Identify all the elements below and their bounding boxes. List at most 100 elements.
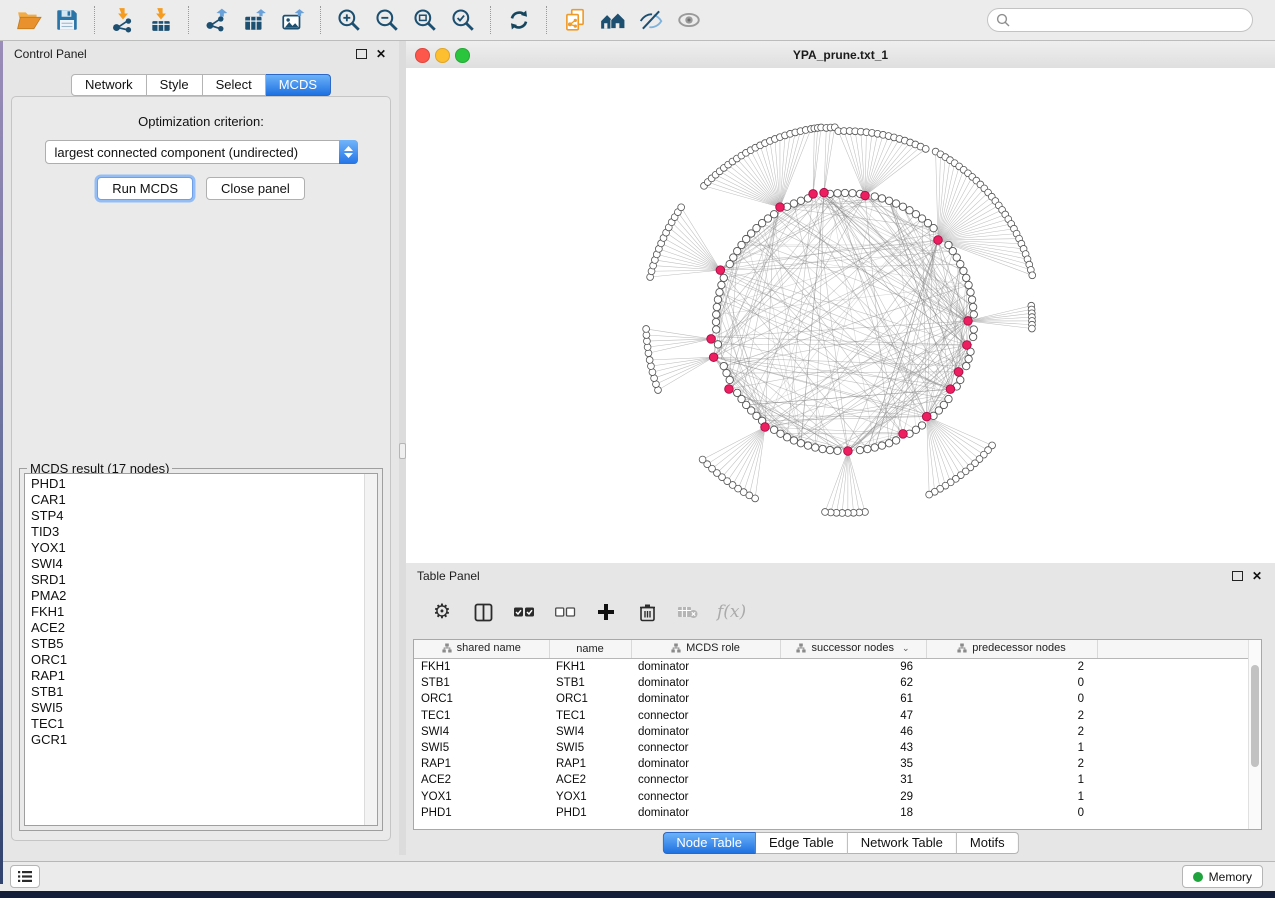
cell-successor_nodes[interactable]: 35	[780, 756, 926, 772]
cell-shared_name[interactable]: ACE2	[414, 772, 549, 788]
cell-successor_nodes[interactable]: 31	[780, 772, 926, 788]
table-row[interactable]: SWI4SWI4dominator462	[414, 724, 1261, 740]
tab-edge-table[interactable]: Edge Table	[756, 832, 848, 854]
cell-successor_nodes[interactable]: 96	[780, 659, 926, 676]
mcds-result-item[interactable]: RAP1	[31, 668, 377, 684]
cell-name[interactable]: YOX1	[549, 789, 631, 805]
cell-name[interactable]: RAP1	[549, 756, 631, 772]
duplicate-network-icon[interactable]	[558, 4, 592, 36]
cell-predecessor_nodes[interactable]: 0	[926, 691, 1097, 707]
cell-mcds_role[interactable]: connector	[631, 740, 780, 756]
import-table-icon[interactable]	[144, 4, 178, 36]
table-row[interactable]: SWI5SWI5connector431	[414, 740, 1261, 756]
export-table-icon[interactable]	[238, 4, 272, 36]
delete-table-icon[interactable]	[676, 600, 700, 624]
window-close-icon[interactable]	[415, 48, 430, 63]
export-network-icon[interactable]	[200, 4, 234, 36]
cell-shared_name[interactable]: SWI4	[414, 724, 549, 740]
refresh-icon[interactable]	[502, 4, 536, 36]
cell-name[interactable]: TEC1	[549, 708, 631, 724]
cell-shared_name[interactable]: PHD1	[414, 805, 549, 821]
cell-shared_name[interactable]: SWI5	[414, 740, 549, 756]
mcds-result-item[interactable]: TID3	[31, 524, 377, 540]
mcds-result-item[interactable]: GCR1	[31, 732, 377, 748]
tab-style[interactable]: Style	[147, 74, 203, 96]
cell-predecessor_nodes[interactable]: 1	[926, 740, 1097, 756]
close-panel-icon[interactable]: ✕	[1252, 570, 1262, 582]
cell-mcds_role[interactable]: connector	[631, 789, 780, 805]
float-panel-icon[interactable]	[356, 49, 367, 59]
hide-selected-icon[interactable]	[634, 4, 668, 36]
cell-successor_nodes[interactable]: 46	[780, 724, 926, 740]
houses-icon[interactable]	[596, 4, 630, 36]
deselect-all-icon[interactable]	[553, 600, 577, 624]
tab-motifs[interactable]: Motifs	[957, 832, 1019, 854]
cell-predecessor_nodes[interactable]: 1	[926, 789, 1097, 805]
cell-mcds_role[interactable]: dominator	[631, 756, 780, 772]
optimization-criterion-select[interactable]: largest connected component (undirected)	[45, 140, 358, 164]
mcds-result-item[interactable]: CAR1	[31, 492, 377, 508]
mcds-result-item[interactable]: ACE2	[31, 620, 377, 636]
cell-mcds_role[interactable]: dominator	[631, 805, 780, 821]
close-panel-button[interactable]: Close panel	[206, 177, 305, 200]
search-box[interactable]	[987, 8, 1253, 32]
show-all-icon[interactable]	[672, 4, 706, 36]
mcds-result-item[interactable]: STP4	[31, 508, 377, 524]
column-header-predecessor-nodes[interactable]: predecessor nodes	[926, 640, 1097, 659]
mcds-result-item[interactable]: FKH1	[31, 604, 377, 620]
search-input[interactable]	[1015, 12, 1244, 28]
cell-predecessor_nodes[interactable]: 2	[926, 708, 1097, 724]
cell-shared_name[interactable]: FKH1	[414, 659, 549, 676]
cell-successor_nodes[interactable]: 61	[780, 691, 926, 707]
table-scrollbar[interactable]	[1248, 640, 1261, 829]
mcds-result-item[interactable]: ORC1	[31, 652, 377, 668]
cell-successor_nodes[interactable]: 29	[780, 789, 926, 805]
cell-name[interactable]: STB1	[549, 675, 631, 691]
network-canvas[interactable]	[406, 68, 1275, 563]
cell-name[interactable]: SWI4	[549, 724, 631, 740]
columns-icon[interactable]	[471, 600, 495, 624]
cell-predecessor_nodes[interactable]: 2	[926, 659, 1097, 676]
cell-name[interactable]: PHD1	[549, 805, 631, 821]
scrollbar-thumb[interactable]	[1251, 665, 1259, 767]
delete-column-icon[interactable]	[635, 600, 659, 624]
cell-name[interactable]: ORC1	[549, 691, 631, 707]
table-row[interactable]: YOX1YOX1connector291	[414, 789, 1261, 805]
panel-splitter[interactable]	[399, 41, 406, 855]
zoom-fit-icon[interactable]	[408, 4, 442, 36]
mcds-result-item[interactable]: PHD1	[31, 476, 377, 492]
close-panel-icon[interactable]: ✕	[376, 48, 386, 60]
mcds-result-item[interactable]: TEC1	[31, 716, 377, 732]
run-mcds-button[interactable]: Run MCDS	[97, 177, 193, 200]
cell-predecessor_nodes[interactable]: 0	[926, 805, 1097, 821]
task-history-icon[interactable]	[10, 865, 40, 888]
window-maximize-icon[interactable]	[455, 48, 470, 63]
cell-predecessor_nodes[interactable]: 2	[926, 724, 1097, 740]
cell-shared_name[interactable]: YOX1	[414, 789, 549, 805]
zoom-in-icon[interactable]	[332, 4, 366, 36]
tab-network[interactable]: Network	[71, 74, 147, 96]
import-network-icon[interactable]	[106, 4, 140, 36]
cell-name[interactable]: ACE2	[549, 772, 631, 788]
zoom-out-icon[interactable]	[370, 4, 404, 36]
zoom-selected-icon[interactable]	[446, 4, 480, 36]
cell-shared_name[interactable]: TEC1	[414, 708, 549, 724]
column-header-successor-nodes[interactable]: successor nodes⌄	[780, 640, 926, 659]
cell-shared_name[interactable]: STB1	[414, 675, 549, 691]
mcds-result-item[interactable]: STB1	[31, 684, 377, 700]
memory-button[interactable]: Memory	[1182, 865, 1263, 888]
table-row[interactable]: ACE2ACE2connector311	[414, 772, 1261, 788]
column-header-name[interactable]: name	[549, 640, 631, 659]
cell-predecessor_nodes[interactable]: 1	[926, 772, 1097, 788]
cell-mcds_role[interactable]: dominator	[631, 724, 780, 740]
table-row[interactable]: STB1STB1dominator620	[414, 675, 1261, 691]
mcds-result-item[interactable]: SWI4	[31, 556, 377, 572]
export-image-icon[interactable]	[276, 4, 310, 36]
cell-predecessor_nodes[interactable]: 2	[926, 756, 1097, 772]
list-scrollbar[interactable]	[364, 474, 377, 825]
mcds-result-item[interactable]: YOX1	[31, 540, 377, 556]
table-row[interactable]: RAP1RAP1dominator352	[414, 756, 1261, 772]
add-column-icon[interactable]	[594, 600, 618, 624]
cell-mcds_role[interactable]: connector	[631, 772, 780, 788]
cell-shared_name[interactable]: ORC1	[414, 691, 549, 707]
